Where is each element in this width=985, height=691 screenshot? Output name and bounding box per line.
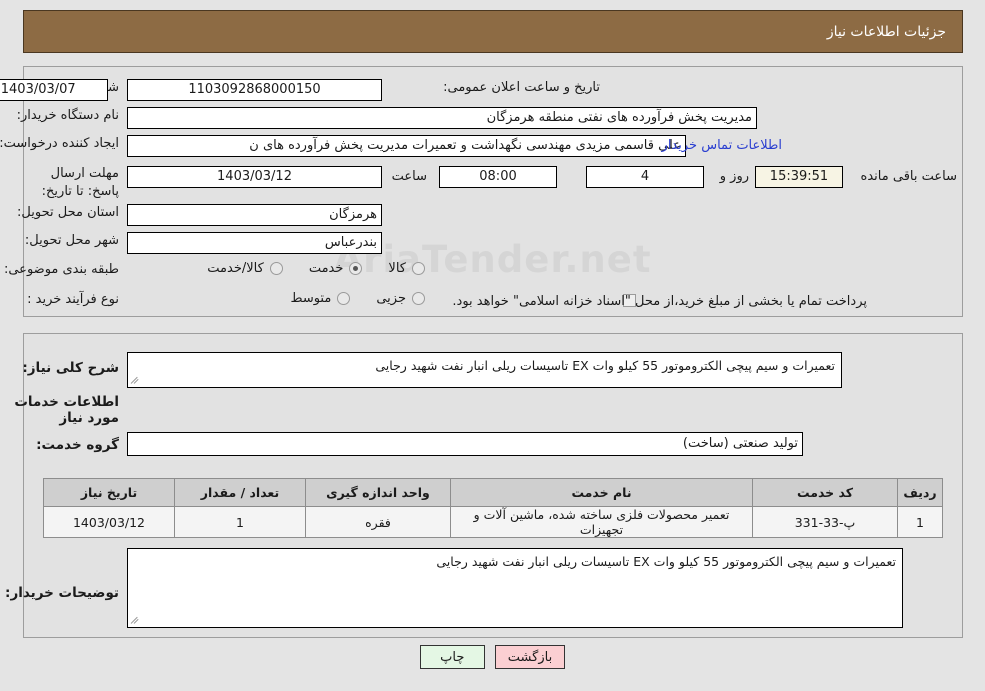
th-index: ردیف: [897, 478, 943, 507]
print-button[interactable]: چاپ: [419, 645, 485, 669]
general-desc-textarea[interactable]: تعمیرات و سیم پیچی الکتروموتور 55 کیلو و…: [127, 352, 842, 388]
deadline-label-row: مهلت ارسال پاسخ: تا تاریخ:: [23, 164, 119, 200]
need-info-panel: [23, 66, 963, 317]
category-option-goods-service[interactable]: کالا/خدمت: [207, 261, 283, 276]
city-value: بندرعباس: [127, 232, 382, 254]
category-option-service-label: خدمت: [308, 261, 344, 276]
purchase-type-option-medium-label: متوسط: [290, 291, 332, 306]
deadline-time-value: 08:00: [439, 166, 557, 188]
cell-quantity: 1: [174, 506, 306, 538]
action-button-bar: بازگشت چاپ: [0, 645, 985, 669]
cell-need-date: 1403/03/12: [43, 506, 175, 538]
purchase-type-option-minor[interactable]: جزیی: [376, 291, 425, 306]
public-announce-label-row: تاریخ و ساعت اعلان عمومی:: [443, 80, 600, 95]
treasury-docs-note: پرداخت تمام یا بخشی از مبلغ خرید،از محل …: [452, 294, 867, 309]
general-desc-value: تعمیرات و سیم پیچی الکتروموتور 55 کیلو و…: [375, 358, 835, 373]
th-name: نام خدمت: [450, 478, 753, 507]
public-announce-value: 1403/03/07 - 15:20: [0, 79, 108, 101]
radio-icon-goods[interactable]: [412, 262, 425, 275]
cell-name: تعمیر محصولات فلزی ساخته شده، ماشین آلات…: [450, 506, 753, 538]
deadline-remaining-label: ساعت باقی مانده: [860, 169, 957, 184]
requester-value: علی قاسمی مزیدی مهندسی نگهداشت و تعمیرات…: [127, 135, 686, 157]
province-label-row: استان محل تحویل:: [17, 205, 119, 220]
cell-index: 1: [897, 506, 943, 538]
category-label: طبقه بندی موضوعی:: [3, 262, 119, 277]
requester-label-row: ایجاد کننده درخواست:: [0, 136, 119, 151]
purchase-type-label-row: نوع فرآیند خرید :: [27, 292, 119, 307]
category-option-goods[interactable]: کالا: [388, 261, 425, 276]
deadline-days-value: 4: [586, 166, 704, 188]
category-options: کالا خدمت کالا/خدمت: [181, 261, 425, 276]
purchase-type-label: نوع فرآیند خرید :: [27, 292, 119, 307]
buyer-notes-value: تعمیرات و سیم پیچی الکتروموتور 55 کیلو و…: [436, 554, 896, 569]
deadline-date-value: 1403/03/12: [127, 166, 382, 188]
table-row: 1 پ-33-331 تعمیر محصولات فلزی ساخته شده،…: [43, 506, 943, 538]
purchase-type-options: جزیی متوسط: [264, 291, 425, 306]
th-unit: واحد اندازه گیری: [305, 478, 451, 507]
page-root: جزئیات اطلاعات نیاز AriaTender.net شماره…: [0, 0, 985, 691]
cell-code: پ-33-331: [752, 506, 898, 538]
buyer-contact-link[interactable]: اطلاعات تماس خریدار: [662, 138, 782, 153]
services-section-heading: اطلاعات خدمات مورد نیاز: [14, 394, 119, 426]
category-label-row: طبقه بندی موضوعی:: [4, 262, 119, 277]
buyer-org-value: مدیریت پخش فرآورده های نفتی منطقه هرمزگا…: [127, 107, 757, 129]
general-desc-label: شرح کلی نیاز:: [22, 360, 119, 376]
public-announce-label: تاریخ و ساعت اعلان عمومی:: [443, 80, 600, 95]
purchase-type-option-minor-label: جزیی: [376, 291, 406, 306]
cell-unit: فقره: [305, 506, 451, 538]
buyer-notes-label: توضیحات خریدار:: [5, 585, 119, 601]
deadline-label: مهلت ارسال پاسخ: تا تاریخ:: [41, 166, 119, 199]
th-code: کد خدمت: [752, 478, 898, 507]
city-label-row: شهر محل تحویل:: [25, 233, 119, 248]
category-option-goods-label: کالا: [388, 261, 406, 276]
city-label: شهر محل تحویل:: [24, 233, 119, 248]
resize-grip-icon[interactable]: [130, 374, 142, 386]
province-value: هرمزگان: [127, 204, 382, 226]
th-quantity: تعداد / مقدار: [174, 478, 306, 507]
category-option-service[interactable]: خدمت: [309, 261, 363, 276]
radio-icon-medium[interactable]: [337, 292, 351, 305]
deadline-time-label: ساعت: [391, 169, 427, 184]
service-group-value: تولید صنعتی (ساخت): [127, 432, 803, 456]
services-table: ردیف کد خدمت نام خدمت واحد اندازه گیری ت…: [43, 478, 943, 538]
radio-icon-service[interactable]: [349, 262, 363, 275]
buyer-org-label: نام دستگاه خریدار:: [16, 108, 119, 123]
page-title: جزئیات اطلاعات نیاز: [826, 23, 946, 40]
category-option-goods-service-label: کالا/خدمت: [207, 261, 264, 276]
radio-icon-minor[interactable]: [412, 292, 425, 305]
province-label: استان محل تحویل:: [17, 205, 119, 220]
back-button[interactable]: بازگشت: [494, 645, 566, 669]
page-header: جزئیات اطلاعات نیاز: [23, 10, 963, 53]
buyer-notes-textarea[interactable]: تعمیرات و سیم پیچی الکتروموتور 55 کیلو و…: [127, 548, 903, 628]
requester-label: ایجاد کننده درخواست:: [0, 136, 119, 151]
buyer-org-label-row: نام دستگاه خریدار:: [17, 108, 119, 123]
purchase-type-option-medium[interactable]: متوسط: [290, 291, 351, 306]
need-number-value: 1103092868000150: [127, 79, 382, 101]
th-need-date: تاریخ نیاز: [43, 478, 175, 507]
deadline-countdown-value: 15:39:51: [755, 166, 843, 188]
table-header-row: ردیف کد خدمت نام خدمت واحد اندازه گیری ت…: [43, 478, 943, 507]
deadline-days-label: روز و: [719, 169, 749, 184]
service-group-label: گروه خدمت:: [36, 437, 119, 453]
radio-icon-goods-service[interactable]: [269, 262, 283, 275]
resize-grip-icon-notes[interactable]: [130, 614, 142, 626]
